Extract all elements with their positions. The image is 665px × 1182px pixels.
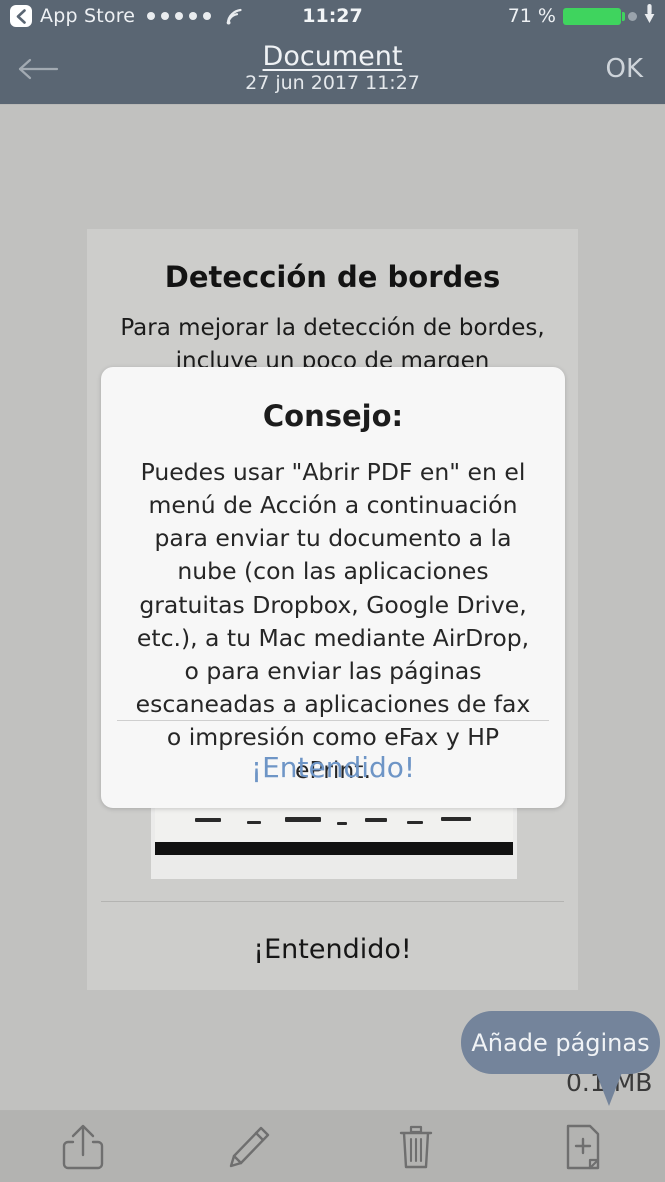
chevron-left-icon[interactable] bbox=[10, 5, 32, 27]
page-title[interactable]: Document bbox=[263, 43, 403, 72]
dialog-divider bbox=[117, 720, 549, 721]
add-page-button[interactable] bbox=[499, 1111, 665, 1182]
add-page-icon bbox=[566, 1124, 600, 1169]
tip-dialog: Consejo: Puedes usar "Abrir PDF en" en e… bbox=[101, 367, 565, 808]
bottom-toolbar bbox=[0, 1111, 665, 1182]
card-title: Detección de bordes bbox=[164, 260, 501, 294]
battery-percent-label: 71 % bbox=[507, 5, 556, 27]
status-dot-icon bbox=[628, 11, 637, 21]
share-icon bbox=[62, 1124, 104, 1169]
status-bar: App Store 11:27 71 % bbox=[0, 0, 665, 32]
edit-pencil-icon bbox=[230, 1126, 270, 1167]
share-button[interactable] bbox=[0, 1111, 166, 1182]
battery-icon bbox=[563, 7, 625, 25]
tooltip-pointer-icon bbox=[595, 1070, 623, 1106]
add-pages-tooltip[interactable]: Añade páginas bbox=[461, 1011, 660, 1074]
dialog-title: Consejo: bbox=[262, 399, 404, 433]
signal-dots-icon bbox=[147, 12, 212, 20]
dialog-body-text: Puedes usar "Abrir PDF en" en el menú de… bbox=[135, 458, 531, 785]
add-pages-tooltip-label: Añade páginas bbox=[471, 1028, 650, 1057]
app-root: App Store 11:27 71 % Document 27 jun 201… bbox=[0, 0, 665, 1182]
navigation-bar: Document 27 jun 2017 11:27 OK bbox=[0, 32, 665, 105]
card-divider bbox=[101, 901, 564, 902]
document-timestamp: 27 jun 2017 11:27 bbox=[245, 71, 420, 94]
edit-button[interactable] bbox=[166, 1111, 332, 1182]
dialog-confirm-button[interactable]: ¡Entendido! bbox=[101, 751, 565, 784]
done-button[interactable]: OK bbox=[605, 54, 643, 84]
status-bar-left: App Store bbox=[10, 5, 244, 27]
document-title-block[interactable]: Document 27 jun 2017 11:27 bbox=[0, 32, 665, 105]
trash-icon bbox=[399, 1125, 432, 1168]
status-bar-right: 71 % bbox=[507, 3, 655, 29]
location-arrow-icon bbox=[644, 3, 655, 29]
status-bar-back-label[interactable]: App Store bbox=[40, 5, 135, 27]
delete-button[interactable] bbox=[333, 1111, 499, 1182]
wifi-icon bbox=[225, 7, 244, 26]
card-dismiss-button[interactable]: ¡Entendido! bbox=[87, 934, 578, 965]
navbar-divider bbox=[0, 104, 665, 105]
